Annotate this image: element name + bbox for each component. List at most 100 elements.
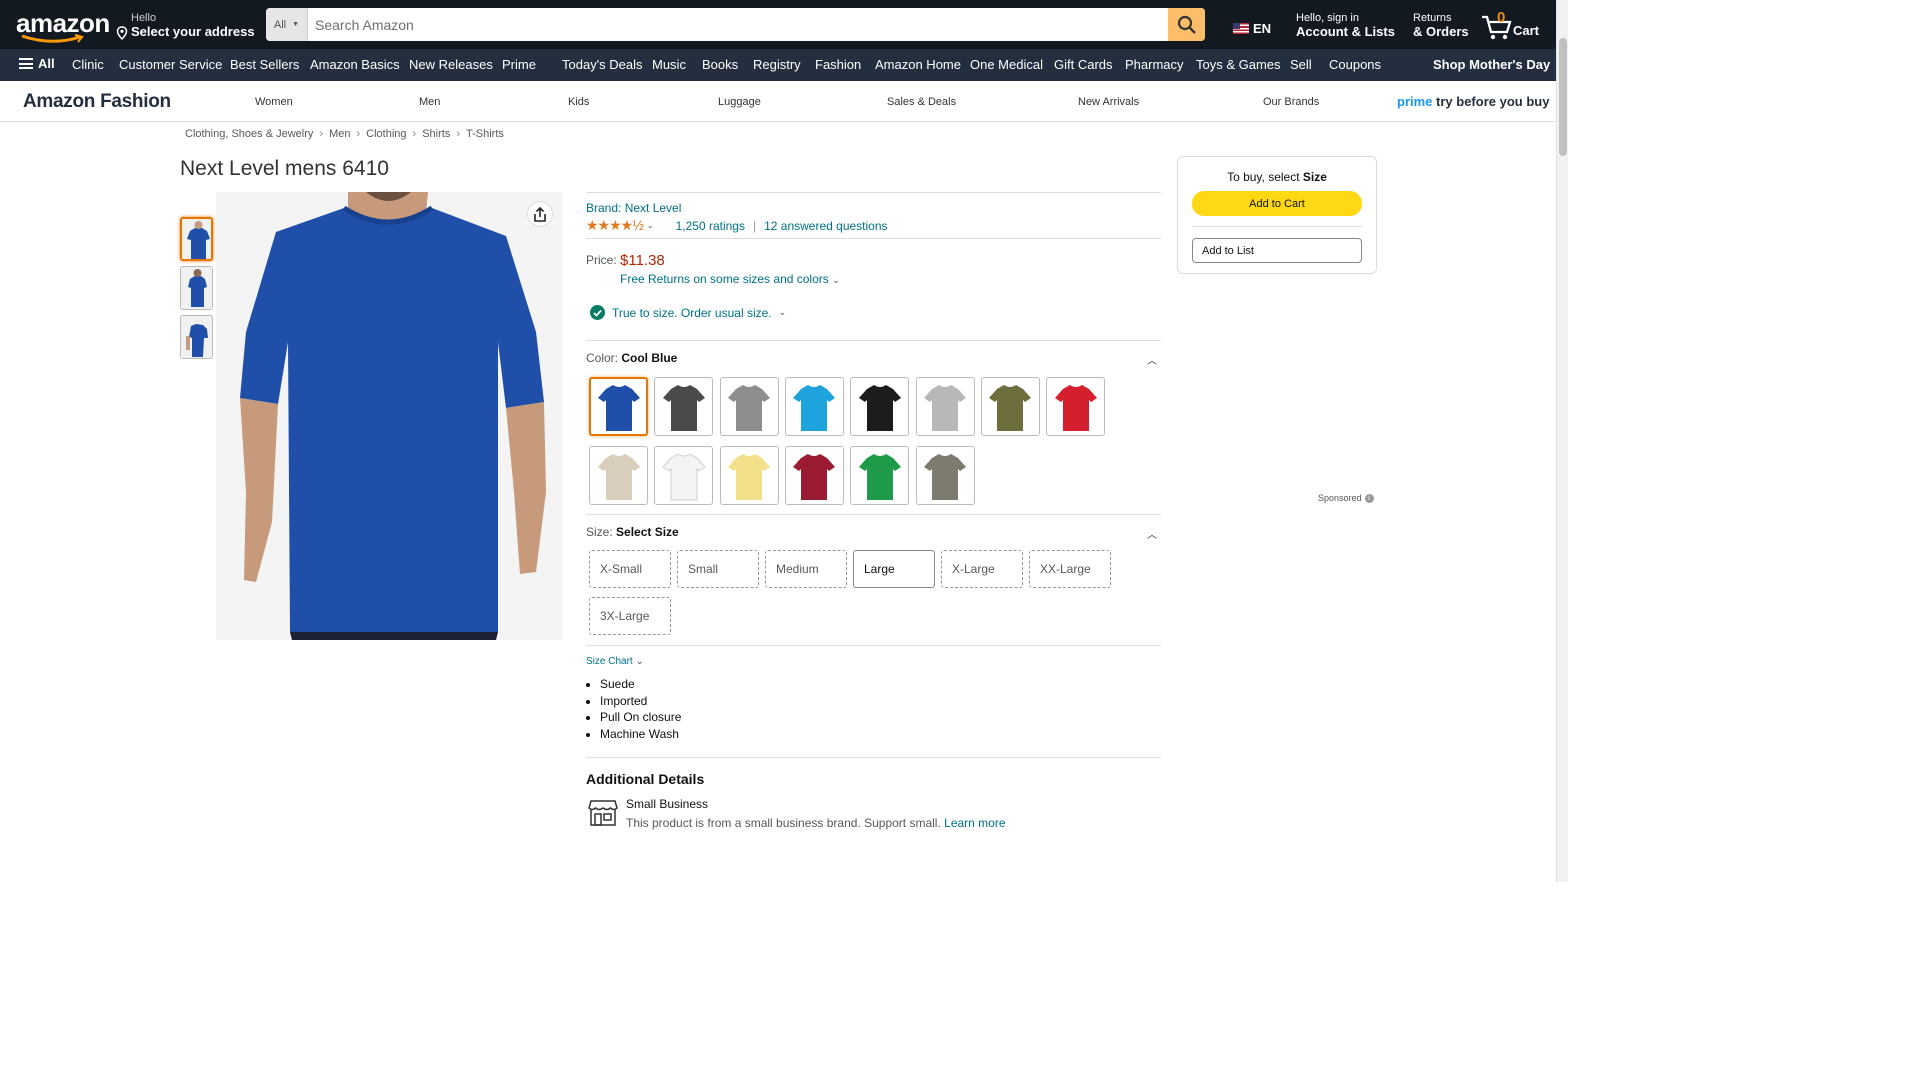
fashion-nav-women[interactable]: Women bbox=[255, 96, 293, 108]
fashion-nav-luggage[interactable]: Luggage bbox=[718, 96, 761, 108]
amazon-fashion-logo[interactable]: Amazon Fashion bbox=[23, 91, 171, 113]
size-option-xx-large[interactable]: XX-Large bbox=[1029, 550, 1111, 588]
add-to-cart-button[interactable]: Add to Cart bbox=[1192, 191, 1362, 216]
chevron-down-icon[interactable]: ⌄ bbox=[647, 221, 654, 230]
color-swatch[interactable] bbox=[915, 377, 975, 436]
breadcrumb-item[interactable]: Clothing, Shoes & Jewelry bbox=[185, 128, 313, 140]
image-thumbnails bbox=[180, 217, 213, 364]
color-swatch[interactable] bbox=[589, 377, 648, 436]
learn-more-link[interactable]: Learn more bbox=[944, 816, 1005, 830]
top-nav: amazon Hello Select your address All▼ EN… bbox=[0, 0, 1568, 49]
cart-button[interactable]: 0 Cart bbox=[1480, 9, 1540, 41]
search-icon bbox=[1177, 15, 1196, 34]
nav-item-clinic[interactable]: Clinic bbox=[72, 57, 104, 72]
main-product-image[interactable] bbox=[216, 192, 562, 640]
nav-item-one-medical[interactable]: One Medical bbox=[970, 57, 1043, 72]
fashion-nav-men[interactable]: Men bbox=[419, 96, 440, 108]
breadcrumb-item[interactable]: Men bbox=[329, 128, 350, 140]
fashion-subnav: Amazon Fashion Women Men Kids Luggage Sa… bbox=[0, 81, 1556, 122]
star-rating-icon[interactable]: ★★★★½ bbox=[586, 217, 644, 234]
size-option-x-small[interactable]: X-Small bbox=[589, 550, 671, 588]
color-swatch[interactable] bbox=[850, 446, 910, 505]
fit-recommendation[interactable]: True to size. Order usual size. ⌄ bbox=[590, 305, 786, 320]
size-option-x-large[interactable]: X-Large bbox=[941, 550, 1023, 588]
breadcrumb-item[interactable]: Clothing bbox=[366, 128, 406, 140]
color-swatch[interactable] bbox=[784, 446, 844, 505]
scrollbar-thumb[interactable] bbox=[1559, 38, 1567, 156]
divider bbox=[586, 757, 1161, 758]
thumbnail-side[interactable] bbox=[180, 266, 213, 310]
account-menu[interactable]: Hello, sign in Account & Lists bbox=[1296, 12, 1395, 38]
search-category-dropdown[interactable]: All ▼ bbox=[266, 8, 308, 41]
search-bar: All ▼ bbox=[266, 8, 1205, 41]
size-chart-link[interactable]: Size Chart ⌄ bbox=[586, 656, 644, 667]
amazon-logo[interactable]: amazon bbox=[16, 10, 110, 43]
color-swatch[interactable] bbox=[654, 377, 714, 436]
nav-item-sell[interactable]: Sell bbox=[1290, 57, 1312, 72]
color-swatch[interactable] bbox=[850, 377, 910, 436]
fashion-nav-new-arrivals[interactable]: New Arrivals bbox=[1078, 96, 1139, 108]
collapse-size-icon[interactable]: ︿ bbox=[1147, 526, 1157, 541]
nav-item-prime[interactable]: Prime bbox=[502, 57, 536, 72]
nav-promo-mothers-day[interactable]: Shop Mother's Day bbox=[1433, 57, 1550, 72]
additional-details-heading: Additional Details bbox=[586, 771, 705, 787]
nav-item-books[interactable]: Books bbox=[702, 57, 738, 72]
share-button[interactable] bbox=[527, 201, 553, 227]
list-item: Imported bbox=[600, 693, 681, 710]
small-business-desc: This product is from a small business br… bbox=[626, 816, 941, 830]
ratings-count-link[interactable]: 1,250 ratings bbox=[676, 219, 745, 233]
color-swatch[interactable] bbox=[1046, 377, 1106, 436]
nav-item-toys-games[interactable]: Toys & Games bbox=[1196, 57, 1281, 72]
nav-item-fashion[interactable]: Fashion bbox=[815, 57, 861, 72]
add-to-list-button[interactable]: Add to List bbox=[1192, 238, 1362, 263]
brand-link[interactable]: Brand: Next Level bbox=[586, 201, 681, 215]
returns-orders[interactable]: Returns & Orders bbox=[1413, 12, 1469, 38]
color-swatch[interactable] bbox=[784, 377, 844, 436]
search-input[interactable] bbox=[308, 8, 1168, 41]
language-selector[interactable]: EN bbox=[1233, 21, 1271, 36]
color-swatch[interactable] bbox=[654, 446, 714, 505]
divider bbox=[586, 192, 1161, 193]
thumbnail-back[interactable] bbox=[180, 315, 213, 359]
breadcrumb-item[interactable]: Shirts bbox=[422, 128, 450, 140]
fashion-nav-our-brands[interactable]: Our Brands bbox=[1263, 96, 1319, 108]
page-scrollbar[interactable] bbox=[1556, 0, 1568, 882]
list-item: Machine Wash bbox=[600, 726, 681, 743]
nav-item-best-sellers[interactable]: Best Sellers bbox=[230, 57, 299, 72]
deliver-to-address[interactable]: Hello Select your address bbox=[116, 12, 255, 40]
fashion-nav-kids[interactable]: Kids bbox=[568, 96, 589, 108]
free-returns-link[interactable]: Free Returns on some sizes and colors ⌄ bbox=[620, 272, 840, 286]
thumbnail-front[interactable] bbox=[180, 217, 213, 261]
cart-label: Cart bbox=[1513, 23, 1540, 38]
size-option-3x-large[interactable]: 3X-Large bbox=[589, 597, 671, 635]
nav-item-gift-cards[interactable]: Gift Cards bbox=[1054, 57, 1113, 72]
search-button[interactable] bbox=[1168, 8, 1205, 41]
breadcrumb-item[interactable]: T-Shirts bbox=[466, 128, 504, 140]
color-swatch[interactable] bbox=[915, 446, 975, 505]
color-swatch[interactable] bbox=[589, 446, 648, 505]
buy-box: To buy, select Size Add to Cart Add to L… bbox=[1177, 156, 1377, 274]
all-menu-button[interactable]: All bbox=[19, 56, 55, 71]
sponsored-label[interactable]: Sponsored i bbox=[1318, 493, 1374, 503]
fashion-nav-sales-deals[interactable]: Sales & Deals bbox=[887, 96, 956, 108]
color-swatch[interactable] bbox=[719, 446, 779, 505]
nav-item-customer-service[interactable]: Customer Service bbox=[119, 57, 222, 72]
nav-item-music[interactable]: Music bbox=[652, 57, 686, 72]
prime-try-before-you-buy[interactable]: prime try before you buy bbox=[1397, 94, 1549, 109]
nav-item-coupons[interactable]: Coupons bbox=[1329, 57, 1381, 72]
nav-item-pharmacy[interactable]: Pharmacy bbox=[1125, 57, 1184, 72]
collapse-color-icon[interactable]: ︿ bbox=[1147, 352, 1157, 367]
nav-item-amazon-basics[interactable]: Amazon Basics bbox=[310, 57, 400, 72]
color-swatch[interactable] bbox=[719, 377, 779, 436]
buy-box-prompt: To buy, select Size bbox=[1227, 170, 1327, 184]
nav-item-amazon-home[interactable]: Amazon Home bbox=[875, 57, 961, 72]
size-option-medium[interactable]: Medium bbox=[765, 550, 847, 588]
nav-item-registry[interactable]: Registry bbox=[753, 57, 801, 72]
answered-questions-link[interactable]: 12 answered questions bbox=[764, 219, 887, 233]
nav-item-todays-deals[interactable]: Today's Deals bbox=[562, 57, 643, 72]
color-swatch[interactable] bbox=[980, 377, 1040, 436]
size-option-large[interactable]: Large bbox=[853, 550, 935, 588]
list-item: Pull On closure bbox=[600, 709, 681, 726]
size-option-small[interactable]: Small bbox=[677, 550, 759, 588]
nav-item-new-releases[interactable]: New Releases bbox=[409, 57, 493, 72]
